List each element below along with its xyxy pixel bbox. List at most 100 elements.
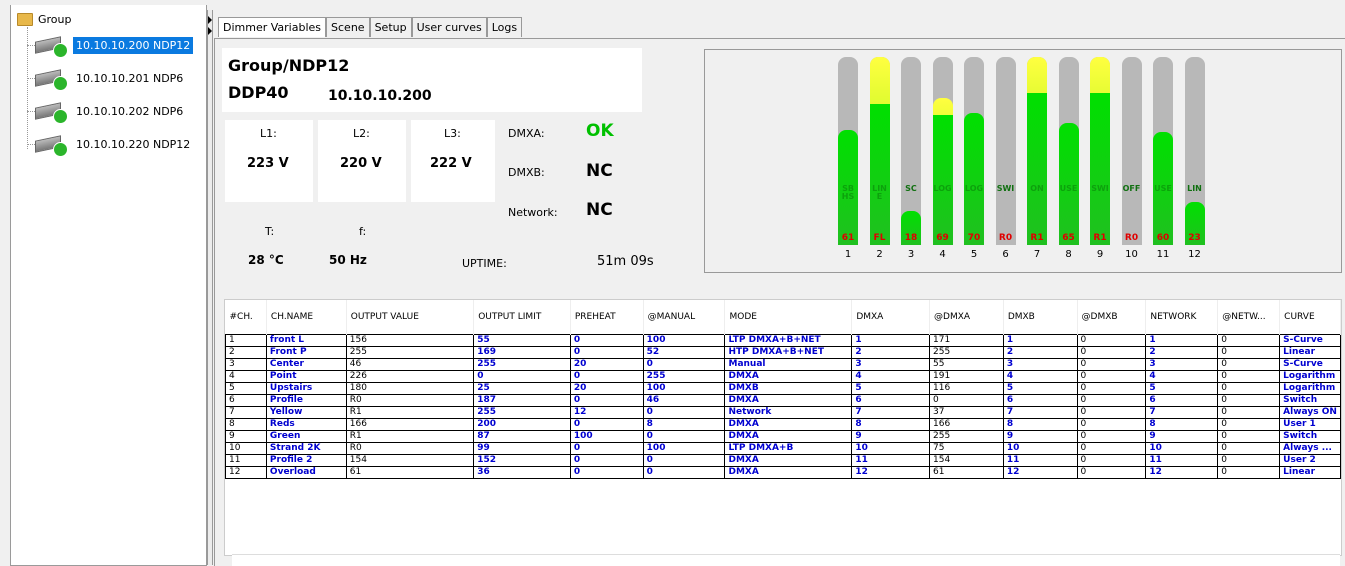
table-cell[interactable]: 156 [345,334,475,347]
table-cell[interactable]: 8 [1002,418,1078,431]
table-cell[interactable]: Network [724,406,853,419]
table-cell[interactable]: 11 [225,454,267,467]
table-cell[interactable]: S-Curve [1279,358,1341,371]
column-header[interactable]: #CH. [225,300,267,335]
column-header[interactable]: OUTPUT LIMIT [473,300,571,335]
table-cell[interactable]: Logarithm [1279,370,1341,383]
table-cell[interactable]: Profile 2 [265,454,347,467]
tab-dimmer-variables[interactable]: Dimmer Variables [218,17,327,37]
table-cell[interactable]: 100 [642,382,726,395]
table-cell[interactable]: 75 [929,442,1004,455]
table-cell[interactable]: Front P [265,346,347,359]
table-cell[interactable]: 99 [473,442,571,455]
table-cell[interactable]: 8 [1145,418,1219,431]
table-cell[interactable]: R0 [345,394,475,407]
table-cell[interactable]: 0 [1217,370,1281,383]
table-cell[interactable]: 171 [929,334,1004,347]
table-cell[interactable]: Switch [1279,394,1341,407]
table-cell[interactable]: 0 [1076,394,1147,407]
table-cell[interactable]: 200 [473,418,571,431]
table-cell[interactable]: DMXA [724,466,853,479]
table-cell[interactable]: 11 [1145,454,1219,467]
tab-logs[interactable]: Logs [486,17,523,37]
table-cell[interactable]: 0 [642,466,726,479]
table-cell[interactable]: 255 [345,346,475,359]
table-cell[interactable]: 61 [929,466,1004,479]
table-cell[interactable]: 0 [569,334,644,347]
table-cell[interactable]: 152 [473,454,571,467]
table-cell[interactable]: 11 [851,454,931,467]
table-cell[interactable]: 0 [1217,454,1281,467]
table-cell[interactable]: 0 [1076,466,1147,479]
table-cell[interactable]: 0 [569,454,644,467]
table-cell[interactable]: 100 [642,442,726,455]
table-cell[interactable]: 255 [473,406,571,419]
table-cell[interactable]: 11 [1002,454,1078,467]
table-cell[interactable]: 12 [851,466,931,479]
table-cell[interactable]: 0 [1217,394,1281,407]
tree-node-ndp6-202[interactable]: 10.10.10.202 NDP6 [33,98,186,124]
table-cell[interactable]: 255 [929,346,1004,359]
table-row[interactable]: 10 Strand 2K R0 99 0 100 LTP DMXA+B 10 75 10 0 10 0 A… [225,442,1341,455]
splitter[interactable] [207,10,213,565]
table-cell[interactable]: 0 [569,466,644,479]
table-cell[interactable]: 0 [569,418,644,431]
table-cell[interactable]: 6 [1002,394,1078,407]
table-cell[interactable]: 100 [569,430,644,443]
column-header[interactable]: @DMXB [1077,300,1147,335]
table-cell[interactable]: DMXA [724,430,853,443]
table-cell[interactable]: DMXA [724,394,853,407]
table-row[interactable]: 5 Upstairs 180 25 20 100 DMXB 5 116 5 0 5 0 Logarithm [225,382,1341,395]
table-cell[interactable]: 191 [929,370,1004,383]
table-cell[interactable]: 6 [1145,394,1219,407]
table-cell[interactable]: 3 [1145,358,1219,371]
table-cell[interactable]: Strand 2K [265,442,347,455]
table-cell[interactable]: 36 [473,466,571,479]
table-cell[interactable]: 0 [1076,442,1147,455]
table-cell[interactable]: 12 [225,466,267,479]
table-cell[interactable]: 0 [569,370,644,383]
table-cell[interactable]: 2 [1145,346,1219,359]
table-cell[interactable]: 0 [1076,346,1147,359]
tree-node-ndp12-220[interactable]: 10.10.10.220 NDP12 [33,131,193,157]
table-cell[interactable]: 10 [851,442,931,455]
column-header[interactable]: CURVE [1279,300,1341,335]
device-tree[interactable]: Group 10.10.10.200 NDP12 10.10.10.201 ND… [10,5,207,566]
table-cell[interactable]: 255 [473,358,571,371]
table-cell[interactable]: 0 [1076,406,1147,419]
table-cell[interactable]: 4 [1002,370,1078,383]
table-cell[interactable]: 0 [642,430,726,443]
table-cell[interactable]: DMXA [724,370,853,383]
table-cell[interactable]: 5 [851,382,931,395]
table-cell[interactable]: R1 [345,406,475,419]
table-cell[interactable]: 166 [929,418,1004,431]
table-cell[interactable]: 0 [1076,358,1147,371]
table-cell[interactable]: 37 [929,406,1004,419]
column-header[interactable]: OUTPUT VALUE [346,300,475,335]
table-cell[interactable]: 46 [642,394,726,407]
table-cell[interactable]: 169 [473,346,571,359]
table-cell[interactable]: Green [265,430,347,443]
table-cell[interactable]: 8 [642,418,726,431]
table-cell[interactable]: 9 [1002,430,1078,443]
table-cell[interactable]: 87 [473,430,571,443]
table-cell[interactable]: 10 [1145,442,1219,455]
table-cell[interactable]: 61 [345,466,475,479]
table-cell[interactable]: R0 [345,442,475,455]
column-header[interactable]: @DMXA [929,300,1004,335]
tab-setup[interactable]: Setup [369,17,412,37]
table-cell[interactable]: Overload [265,466,347,479]
table-cell[interactable]: 0 [1076,430,1147,443]
table-cell[interactable]: Yellow [265,406,347,419]
table-cell[interactable]: 1 [225,334,267,347]
tab-scene[interactable]: Scene [326,17,370,37]
table-cell[interactable]: 4 [851,370,931,383]
table-cell[interactable]: 52 [642,346,726,359]
table-cell[interactable]: S-Curve [1279,334,1341,347]
table-cell[interactable]: 226 [345,370,475,383]
table-cell[interactable]: 0 [569,394,644,407]
table-cell[interactable]: DMXB [724,382,853,395]
table-cell[interactable]: LTP DMXA+B+NET [724,334,853,347]
table-cell[interactable]: Point [265,370,347,383]
table-cell[interactable]: 1 [1145,334,1219,347]
